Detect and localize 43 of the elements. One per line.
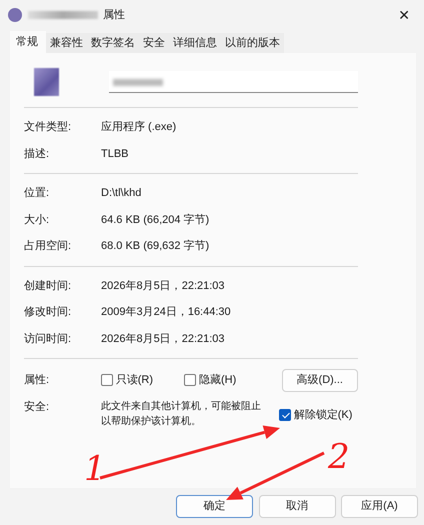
field-value: 68.0 KB (69,632 字节) [101, 238, 210, 254]
file-icon [34, 68, 59, 96]
app-icon [8, 8, 22, 22]
field-value: 2009年3月24日，16:44:30 [101, 305, 231, 320]
tab[interactable]: 以前的版本 [221, 33, 284, 53]
annotation-number: 2 [328, 440, 350, 474]
field-label: 安全: [24, 400, 50, 415]
dialog-button[interactable]: 确定 [176, 495, 253, 518]
field-value: 2026年8月5日，22:21:03 [101, 278, 225, 294]
field-label: 占用空间: [24, 238, 72, 254]
field-label: 位置: [24, 186, 50, 201]
field-value: TLBB [101, 146, 129, 162]
checkbox[interactable] [279, 409, 291, 421]
field-value: D:\tl\khd [101, 186, 142, 201]
dialog-button[interactable]: 应用(A) [341, 495, 418, 518]
field-value: 2026年8月5日，22:21:03 [101, 332, 225, 346]
tab[interactable]: 常规 [10, 31, 46, 53]
field-label: 创建时间: [24, 278, 72, 294]
close-button[interactable]: ✕ [392, 4, 416, 26]
checkbox-label: 隐藏(H) [199, 372, 236, 388]
security-text: 此文件来自其他计算机，可能被阻止以帮助保护该计算机。 [101, 400, 262, 429]
annotation-number: 1 [84, 452, 106, 486]
field-label: 描述: [24, 146, 50, 162]
field-label: 文件类型: [24, 120, 72, 135]
checkbox-label: 只读(R) [116, 372, 154, 388]
advanced-button[interactable]: 高级(D)... [282, 368, 358, 392]
tab[interactable]: 详细信息 [169, 33, 221, 53]
file-name-field[interactable] [108, 71, 358, 93]
window-title: 属性 [103, 8, 125, 23]
tab[interactable]: 数字签名 [87, 33, 139, 53]
field-label: 修改时间: [24, 305, 72, 320]
field-value: 应用程序 (.exe) [101, 120, 176, 135]
field-label: 大小: [24, 212, 50, 228]
dialog-button[interactable]: 取消 [258, 495, 336, 518]
checkbox[interactable] [101, 374, 113, 386]
field-label: 访问时间: [24, 332, 72, 346]
tab[interactable]: 安全 [139, 33, 169, 53]
field-label: 属性: [24, 372, 50, 388]
field-value: 64.6 KB (66,204 字节) [101, 212, 210, 228]
redacted-name-drawing [28, 11, 98, 19]
tab[interactable]: 兼容性 [46, 33, 87, 53]
checkbox-label: 解除锁定(K) [294, 408, 352, 423]
checkbox[interactable] [184, 374, 196, 386]
